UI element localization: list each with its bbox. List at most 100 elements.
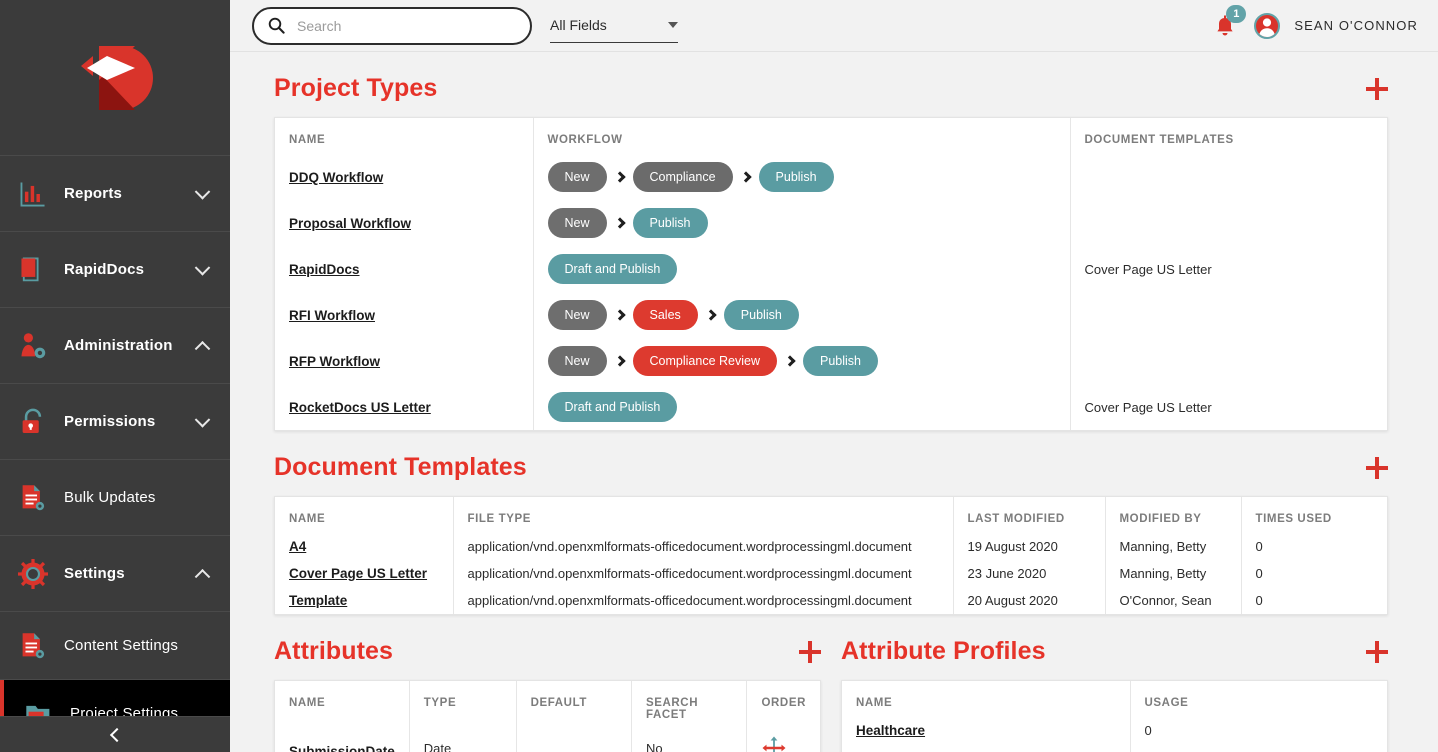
sidebar-item-rapiddocs[interactable]: RapidDocs <box>0 232 230 308</box>
chevron-right-icon <box>613 309 626 321</box>
col-name: NAME <box>856 697 893 709</box>
add-attribute-button[interactable] <box>799 640 821 663</box>
cell-name: SubmissionDate <box>275 729 409 752</box>
document-template-link[interactable]: Cover Page US Letter <box>289 566 427 581</box>
cell-document-template: Cover Page US Letter <box>1069 246 1387 292</box>
cell-document-template <box>1069 154 1387 200</box>
sidebar-item-permissions[interactable]: Permissions <box>0 384 230 460</box>
workflow-step-pill[interactable]: Draft and Publish <box>547 392 678 422</box>
chevron-up-icon[interactable] <box>194 568 211 585</box>
chevron-down-icon[interactable] <box>194 259 211 276</box>
document-template-link[interactable]: A4 <box>289 539 306 554</box>
cell-modified-by: O'Connor, Sean <box>1104 587 1241 614</box>
chevron-up-icon[interactable] <box>194 340 211 357</box>
avatar[interactable] <box>1254 12 1281 39</box>
table-row: DDQ Workflow New Compliance Publish <box>275 154 1387 200</box>
workflow-step-pill[interactable]: Compliance Review <box>632 346 777 376</box>
workflow-step-pill[interactable]: Publish <box>758 162 834 192</box>
table-header-row: NAME USAGE <box>842 681 1387 717</box>
move-arrows-icon[interactable] <box>761 735 787 752</box>
project-type-link[interactable]: RapidDocs <box>289 262 360 277</box>
sidebar-item-settings[interactable]: Settings <box>0 536 230 612</box>
attributes-header: Attributes <box>274 615 821 680</box>
workflow-step-pill[interactable]: New <box>547 208 607 238</box>
document-templates-section: Document Templates NAME FILE TYPE LAST M… <box>230 431 1438 615</box>
add-attribute-profile-button[interactable] <box>1366 640 1388 663</box>
cell-workflow: New Sales Publish <box>532 292 1070 338</box>
cell-file-type: application/vnd.openxmlformats-officedoc… <box>452 587 953 614</box>
search-box[interactable] <box>252 6 532 45</box>
add-document-template-button[interactable] <box>1366 456 1388 479</box>
username-label: SEAN O'CONNOR <box>1294 18 1418 33</box>
cell-name: DDQ Workflow <box>275 154 533 200</box>
project-types-header: Project Types <box>274 52 1388 117</box>
document-template-link[interactable]: Template <box>289 593 347 608</box>
sidebar-item-label: Settings <box>64 565 125 582</box>
table-row: Medical0 <box>842 744 1387 752</box>
sidebar-nav: Reports RapidDocs Administration Permission… <box>0 156 230 748</box>
col-order: ORDER <box>746 681 820 729</box>
attributes-table: NAME TYPE DEFAULT SEARCH FACET ORDER Sub… <box>275 681 820 752</box>
table-row: A4 application/vnd.openxmlformats-officed… <box>275 533 1387 560</box>
sidebar-collapse-button[interactable] <box>0 716 230 752</box>
project-type-link[interactable]: DDQ Workflow <box>289 170 383 185</box>
workflow-step-pill[interactable]: New <box>547 300 607 330</box>
project-type-link[interactable]: RFP Workflow <box>289 354 380 369</box>
chevron-right-icon <box>784 355 796 367</box>
user-icon <box>1259 17 1276 37</box>
workflow-step-pill[interactable]: Publish <box>802 346 878 376</box>
attribute-profile-link[interactable]: Healthcare <box>856 723 925 738</box>
project-type-link[interactable]: RFI Workflow <box>289 308 375 323</box>
sidebar-item-bulk-updates[interactable]: Bulk Updates <box>0 460 230 536</box>
lock-icon <box>18 407 48 437</box>
col-default: DEFAULT <box>515 681 632 729</box>
cell-type: Date <box>408 729 517 752</box>
cell-document-template: Cover Page US Letter <box>1069 384 1387 430</box>
cell-workflow: Draft and Publish <box>532 246 1070 292</box>
gear-icon <box>18 558 48 589</box>
notifications-button[interactable]: 1 <box>1214 4 1247 41</box>
attribute-link[interactable]: SubmissionDate <box>289 744 395 752</box>
table-row: Healthcare 0 <box>842 717 1387 744</box>
workflow-step-pill[interactable]: Draft and Publish <box>547 254 678 284</box>
sidebar-item-label: RapidDocs <box>64 261 145 278</box>
workflow-step-pill[interactable]: Publish <box>723 300 799 330</box>
workflow-step-pill[interactable]: New <box>547 346 607 376</box>
chevron-down-icon[interactable] <box>194 183 211 200</box>
col-name: NAME <box>289 697 326 709</box>
top-bar: All Fields 1 <box>230 0 1438 52</box>
chevron-right-icon <box>705 309 717 321</box>
workflow-steps: New Compliance Publish <box>547 160 1056 194</box>
workflow-steps: Draft and Publish <box>547 252 1056 286</box>
sidebar: Reports RapidDocs Administration Permission… <box>0 0 230 752</box>
table-header-row: NAME FILE TYPE LAST MODIFIED MODIFIED BY… <box>275 497 1387 533</box>
chevron-down-icon[interactable] <box>194 411 211 428</box>
attributes-card: NAME TYPE DEFAULT SEARCH FACET ORDER Sub… <box>274 680 821 752</box>
cell-name: A4 <box>275 533 453 560</box>
cell-name: Template <box>275 587 453 614</box>
logo-area[interactable] <box>0 0 230 156</box>
cell-name: RocketDocs US Letter <box>275 384 533 430</box>
sidebar-item-administration[interactable]: Administration <box>0 308 230 384</box>
workflow-step-pill[interactable]: Publish <box>632 208 708 238</box>
sidebar-item-reports[interactable]: Reports <box>0 156 230 232</box>
cell-workflow: Draft and Publish <box>532 384 1070 430</box>
cell-modified-by: Manning, Betty <box>1104 533 1241 560</box>
bottom-sections: Attributes NAME TYPE DEFAULT SEARCH FACE… <box>230 615 1438 752</box>
table-row: Template application/vnd.openxmlformats-o… <box>275 587 1387 614</box>
add-project-type-button[interactable] <box>1366 77 1388 100</box>
project-type-link[interactable]: RocketDocs US Letter <box>289 400 431 415</box>
cell-modified-by: Manning, Betty <box>1104 560 1241 587</box>
table-row: Proposal Workflow New Publish <box>275 200 1387 246</box>
workflow-step-pill[interactable]: Compliance <box>632 162 733 192</box>
col-workflow: WORKFLOW <box>532 118 1070 154</box>
project-type-link[interactable]: Proposal Workflow <box>289 216 411 231</box>
workflow-step-pill[interactable]: New <box>547 162 607 192</box>
all-fields-dropdown[interactable]: All Fields <box>550 9 678 43</box>
bar-chart-icon <box>18 179 48 209</box>
search-input[interactable] <box>297 17 507 34</box>
all-fields-label: All Fields <box>550 17 607 33</box>
col-file-type: FILE TYPE <box>452 497 953 533</box>
workflow-step-pill[interactable]: Sales <box>632 300 698 330</box>
sidebar-item-content-settings[interactable]: Content Settings <box>0 612 230 680</box>
